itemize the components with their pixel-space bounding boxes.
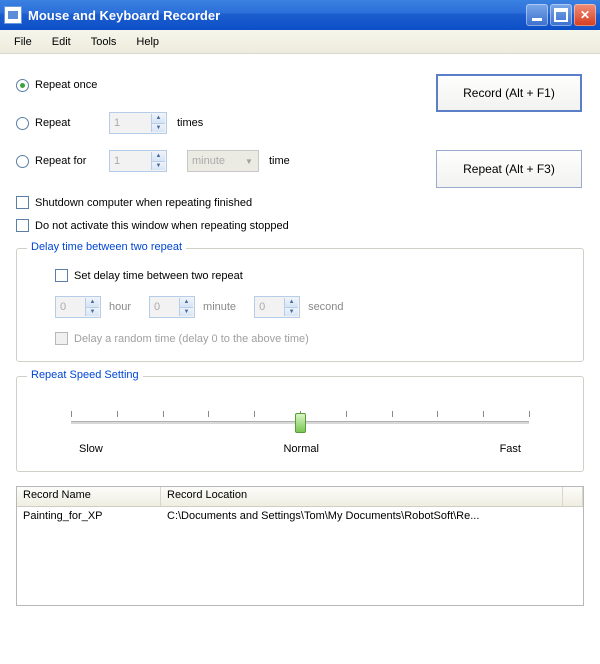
repeat-n-spinner[interactable]: 1 ▲▼	[109, 112, 167, 134]
menu-edit[interactable]: Edit	[44, 34, 79, 50]
radio-repeat-for[interactable]	[16, 155, 29, 168]
menu-file[interactable]: File	[6, 34, 40, 50]
menu-tools[interactable]: Tools	[83, 34, 125, 50]
checkbox-set-delay-label: Set delay time between two repeat	[74, 270, 243, 282]
column-spacer	[563, 487, 583, 506]
record-button[interactable]: Record (Alt + F1)	[436, 74, 582, 112]
speed-normal-label: Normal	[283, 443, 318, 455]
speed-fieldset: Repeat Speed Setting Slow Normal Fast	[16, 376, 584, 472]
chevron-down-icon[interactable]: ▼	[151, 124, 165, 133]
delay-hour-label: hour	[109, 301, 131, 313]
maximize-button[interactable]	[550, 4, 572, 26]
speed-slow-label: Slow	[79, 443, 103, 455]
minimize-button[interactable]	[526, 4, 548, 26]
column-record-location[interactable]: Record Location	[161, 487, 563, 506]
checkbox-noactivate-label: Do not activate this window when repeati…	[35, 220, 289, 232]
radio-repeat-once[interactable]	[16, 79, 29, 92]
column-record-name[interactable]: Record Name	[17, 487, 161, 506]
speed-legend: Repeat Speed Setting	[27, 369, 143, 381]
radio-repeat-once-label: Repeat once	[35, 79, 97, 91]
speed-slider-thumb[interactable]	[295, 413, 306, 433]
checkbox-shutdown-label: Shutdown computer when repeating finishe…	[35, 197, 252, 209]
repeat-button[interactable]: Repeat (Alt + F3)	[436, 150, 582, 188]
app-icon	[4, 6, 22, 24]
menubar: File Edit Tools Help	[0, 30, 600, 54]
titlebar: Mouse and Keyboard Recorder	[0, 0, 600, 30]
repeat-for-unit-dropdown[interactable]: minute ▼	[187, 150, 259, 172]
window-title: Mouse and Keyboard Recorder	[28, 8, 220, 23]
checkbox-shutdown[interactable]	[16, 196, 29, 209]
delay-minute-spinner[interactable]: 0▲▼	[149, 296, 195, 318]
close-button[interactable]	[574, 4, 596, 26]
speed-slider[interactable]	[71, 407, 529, 435]
radio-repeat-n-label: Repeat	[35, 117, 99, 129]
cell-record-name: Painting_for_XP	[17, 509, 161, 523]
repeat-for-suffix: time	[269, 155, 290, 167]
delay-minute-label: minute	[203, 301, 236, 313]
checkbox-set-delay[interactable]	[55, 269, 68, 282]
chevron-down-icon[interactable]: ▼	[151, 162, 165, 171]
delay-hour-spinner[interactable]: 0▲▼	[55, 296, 101, 318]
delay-fieldset: Delay time between two repeat Set delay …	[16, 248, 584, 362]
delay-second-spinner[interactable]: 0▲▼	[254, 296, 300, 318]
chevron-up-icon[interactable]: ▲	[151, 152, 165, 162]
checkbox-random-delay-label: Delay a random time (delay 0 to the abov…	[74, 333, 309, 345]
repeat-for-spinner[interactable]: 1 ▲▼	[109, 150, 167, 172]
checkbox-noactivate[interactable]	[16, 219, 29, 232]
checkbox-random-delay	[55, 332, 68, 345]
table-row[interactable]: Painting_for_XP C:\Documents and Setting…	[17, 507, 583, 525]
speed-fast-label: Fast	[500, 443, 521, 455]
cell-record-location: C:\Documents and Settings\Tom\My Documen…	[161, 509, 583, 523]
menu-help[interactable]: Help	[128, 34, 167, 50]
chevron-down-icon: ▼	[241, 152, 257, 170]
radio-repeat-n[interactable]	[16, 117, 29, 130]
repeat-n-suffix: times	[177, 117, 203, 129]
chevron-up-icon[interactable]: ▲	[151, 114, 165, 124]
delay-second-label: second	[308, 301, 343, 313]
radio-repeat-for-label: Repeat for	[35, 155, 99, 167]
delay-legend: Delay time between two repeat	[27, 241, 186, 253]
records-table: Record Name Record Location Painting_for…	[16, 486, 584, 606]
